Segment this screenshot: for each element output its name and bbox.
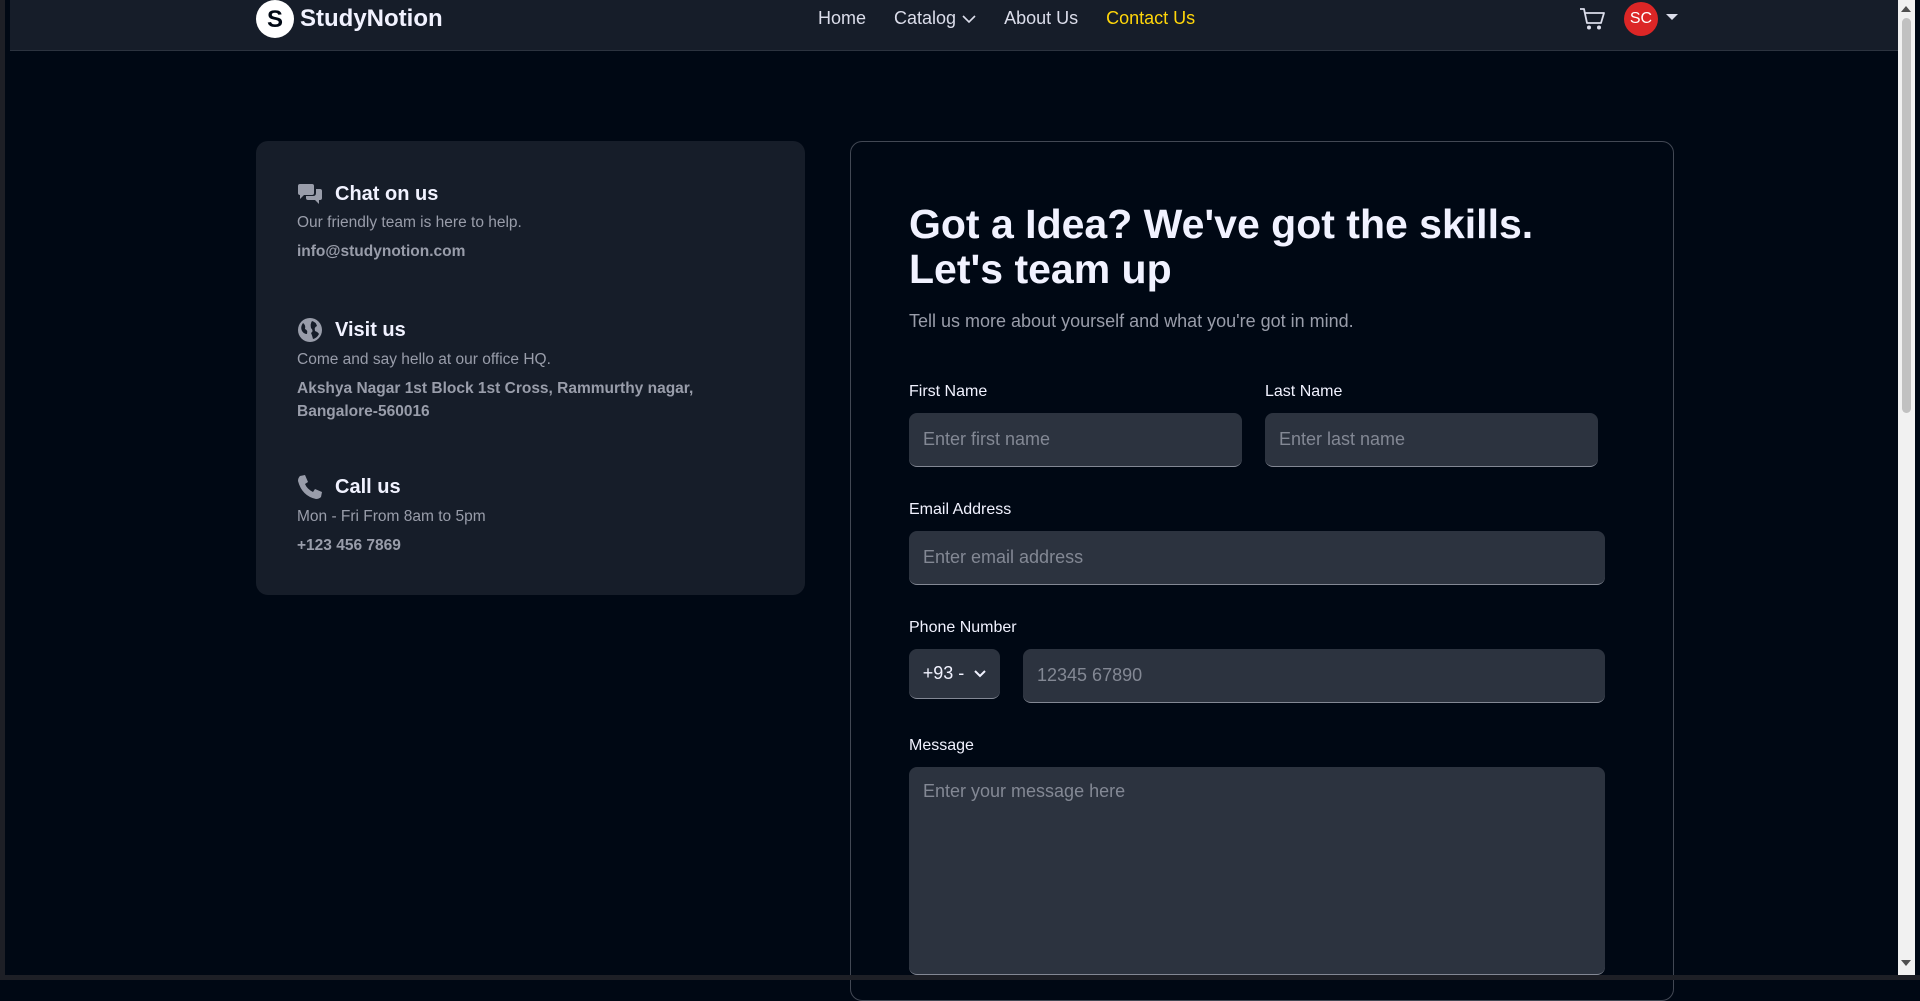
message-label: Message (909, 737, 974, 754)
brand-logo[interactable]: S StudyNotion (256, 0, 443, 38)
chat-info: Chat on us Our friendly team is here to … (297, 183, 717, 263)
chat-icon (298, 183, 322, 204)
country-code-select[interactable]: +93 - (909, 649, 1000, 699)
country-code-value: +93 - (922, 663, 965, 683)
email-label: Email Address (909, 501, 1012, 518)
user-avatar[interactable]: SC (1624, 2, 1658, 36)
cart-icon[interactable] (1578, 6, 1608, 32)
nav-about[interactable]: About Us (1004, 8, 1078, 29)
email-field[interactable] (909, 531, 1605, 585)
chat-subtitle: Our friendly team is here to help. (297, 214, 522, 231)
phone-icon (298, 475, 322, 499)
chat-email: info@studynotion.com (297, 243, 466, 260)
nav-contact[interactable]: Contact Us (1106, 8, 1195, 29)
first-name-field[interactable] (909, 413, 1242, 467)
visit-title: Visit us (335, 318, 406, 341)
scroll-thumb[interactable] (1902, 18, 1911, 413)
nav-catalog[interactable]: Catalog (894, 8, 976, 29)
contact-info-card: Chat on us Our friendly team is here to … (256, 141, 805, 595)
message-field[interactable] (909, 767, 1605, 975)
logo-icon: S (256, 0, 294, 38)
scroll-up-icon[interactable] (1901, 6, 1911, 12)
brand-name: StudyNotion (300, 5, 443, 32)
last-name-field[interactable] (1265, 413, 1598, 467)
visit-address: Akshya Nagar 1st Block 1st Cross, Rammur… (297, 380, 694, 420)
page-scrollbar[interactable] (1898, 0, 1915, 975)
first-name-label: First Name (909, 383, 988, 400)
form-subheading: Tell us more about yourself and what you… (909, 311, 1354, 331)
chat-title: Chat on us (335, 183, 439, 205)
form-heading: Got a Idea? We've got the skills. Let's … (909, 201, 1534, 292)
visit-info: Visit us Come and say hello at our offic… (297, 317, 717, 423)
chevron-down-icon (974, 669, 986, 677)
navbar: S StudyNotion Home Catalog About Us Cont… (10, 0, 1903, 51)
visit-subtitle: Come and say hello at our office HQ. (297, 351, 551, 368)
call-info: Call us Mon - Fri From 8am to 5pm +123 4… (297, 474, 717, 557)
window-bottom-edge (0, 975, 1920, 980)
last-name-label: Last Name (1265, 383, 1343, 400)
nav-home[interactable]: Home (818, 8, 866, 29)
phone-field[interactable] (1023, 649, 1605, 703)
scroll-down-icon[interactable] (1901, 960, 1911, 966)
call-phone: +123 456 7869 (297, 537, 401, 554)
phone-label: Phone Number (909, 619, 1017, 636)
call-subtitle: Mon - Fri From 8am to 5pm (297, 508, 486, 525)
svg-text:S: S (267, 6, 283, 32)
nav-links: Home Catalog About Us Contact Us (818, 8, 1195, 29)
nav-catalog-label: Catalog (894, 8, 957, 28)
caret-down-icon[interactable] (1665, 12, 1679, 22)
globe-icon (298, 318, 322, 342)
call-title: Call us (335, 475, 401, 498)
chevron-down-icon (962, 14, 976, 23)
